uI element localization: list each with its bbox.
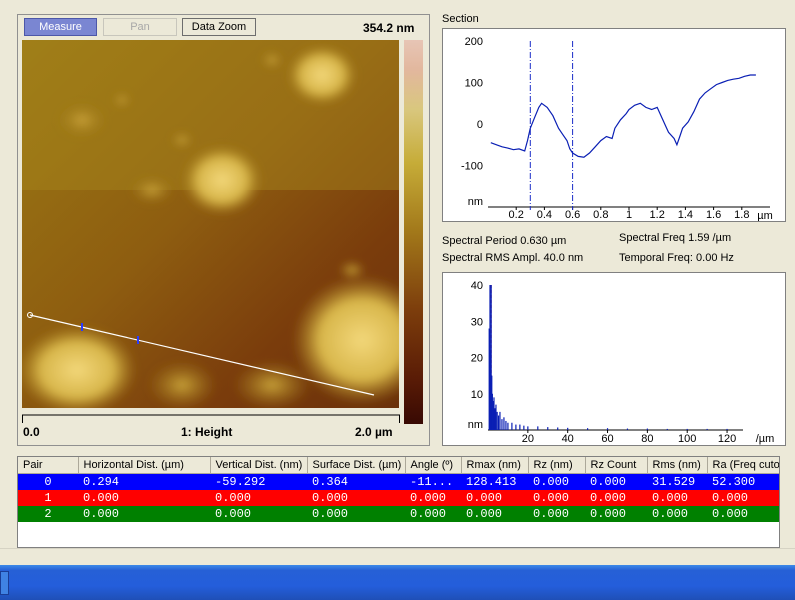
y-tick-label: 40 <box>471 280 483 292</box>
table-cell: 0.000 <box>215 507 252 521</box>
table-cell: 0.000 <box>410 507 447 521</box>
pair-cell: 0 <box>44 475 52 489</box>
table-cell: 31.529 <box>652 475 696 489</box>
table-cell: 0.000 <box>83 491 120 505</box>
column-header[interactable]: Pair <box>18 457 79 474</box>
table-cell: 0.000 <box>652 491 689 505</box>
column-header[interactable]: Rms (nm) <box>647 457 708 474</box>
x-tick-label: 80 <box>641 433 653 445</box>
table-row[interactable]: 1 0.000 0.000 0.000 0.000 0.000 0.000 0.000 0.00… <box>18 490 779 506</box>
z-scale-label: 354.2 nm <box>363 21 415 35</box>
y-tick-label: 0 <box>477 119 483 131</box>
x-start-label: 0.0 <box>23 425 40 439</box>
x-tick-label: 0.4 <box>537 209 552 221</box>
table-cell: -59.292 <box>215 475 266 489</box>
section-title: Section <box>442 13 479 25</box>
table-cell: 0.294 <box>83 475 120 489</box>
column-header[interactable]: Rz (nm) <box>528 457 586 474</box>
spectral-rms-label: Spectral RMS Ampl. 40.0 nm <box>442 252 584 264</box>
table-cell: 0.000 <box>83 507 120 521</box>
column-header[interactable]: Ra (Freq cutoff) (nm) <box>707 457 779 474</box>
x-tick-label: 0.8 <box>593 209 608 221</box>
table-cell: 0.000 <box>215 491 252 505</box>
y-tick-label: 10 <box>471 389 483 401</box>
column-header[interactable]: Vertical Dist. (nm) <box>210 457 308 474</box>
x-tick-label: 1.8 <box>734 209 749 221</box>
table-cell: 52.300 <box>712 475 756 489</box>
x-end-label: 2.0 µm <box>355 425 393 439</box>
y-tick-label: 100 <box>465 78 483 90</box>
table-cell: 0.000 <box>410 491 447 505</box>
x-axis-label: µm <box>757 210 773 221</box>
x-axis-ruler <box>22 414 400 423</box>
y-tick-label: 30 <box>471 316 483 328</box>
y-axis-label: nm <box>468 419 483 431</box>
x-tick-label: 1.2 <box>650 209 665 221</box>
table-cell: 0.000 <box>590 475 627 489</box>
pan-button[interactable]: Pan <box>103 18 177 36</box>
measurement-table: Pair Horizontal Dist. (µm) Vertical Dist. … <box>17 456 780 548</box>
table-cell: 0.364 <box>312 475 349 489</box>
taskbar-start-edge[interactable] <box>0 571 9 595</box>
temporal-freq-label: Temporal Freq: 0.00 Hz <box>619 252 734 264</box>
table-cell: 0.000 <box>590 491 627 505</box>
x-axis-label: /µm <box>756 433 775 445</box>
x-tick-label: 100 <box>678 433 696 445</box>
table-cell: 0.000 <box>466 491 503 505</box>
table-header-row: Pair Horizontal Dist. (µm) Vertical Dist. … <box>18 457 779 474</box>
spectral-period-label: Spectral Period 0.630 µm <box>442 235 567 247</box>
section-profile-chart[interactable]: 200 100 0 -100 nm 0.2 0.4 0.6 0.8 1 1.2 1.4 1.6 1.8 µm <box>443 29 785 221</box>
x-tick-label: 0.6 <box>565 209 580 221</box>
table-cell: 0.000 <box>533 475 570 489</box>
table-cell: 0.000 <box>312 507 349 521</box>
column-header[interactable]: Surface Dist. (µm) <box>307 457 406 474</box>
table-cell: 0.000 <box>712 507 749 521</box>
x-tick-label: 120 <box>718 433 736 445</box>
y-axis-label: nm <box>468 196 483 208</box>
table-cell: 0.000 <box>312 491 349 505</box>
table-row[interactable]: 2 0.000 0.000 0.000 0.000 0.000 0.000 0.000 0.00… <box>18 506 779 522</box>
x-tick-label: 1.6 <box>706 209 721 221</box>
column-header[interactable]: Rz Count <box>585 457 648 474</box>
y-tick-label: 200 <box>465 36 483 48</box>
table-row[interactable]: 0 0.294 -59.292 0.364 -11... 128.413 0.000 0.00… <box>18 473 779 490</box>
x-tick-label: 1 <box>626 209 632 221</box>
channel-label: 1: Height <box>181 425 233 439</box>
x-tick-label: 1.4 <box>678 209 693 221</box>
afm-height-image[interactable] <box>22 40 399 408</box>
x-tick-label: 60 <box>601 433 613 445</box>
table-cell: 0.000 <box>466 507 503 521</box>
table-cell: 0.000 <box>590 507 627 521</box>
windows-taskbar <box>0 565 795 600</box>
table-cell: 128.413 <box>466 475 517 489</box>
y-tick-label: 20 <box>471 353 483 365</box>
status-strip <box>0 548 795 566</box>
table-cell: 0.000 <box>533 491 570 505</box>
table-cell: 0.000 <box>712 491 749 505</box>
table-cell: 0.000 <box>533 507 570 521</box>
data-zoom-button[interactable]: Data Zoom <box>182 18 256 36</box>
y-tick-label: -100 <box>461 161 483 173</box>
x-tick-label: 0.2 <box>509 209 524 221</box>
pair-cell: 1 <box>44 491 52 505</box>
column-header[interactable]: Angle (º) <box>405 457 462 474</box>
spectral-freq-label: Spectral Freq 1.59 /µm <box>619 232 732 244</box>
z-color-scale-bar <box>404 40 423 424</box>
table-cell: -11... <box>410 475 454 489</box>
column-header[interactable]: Rmax (nm) <box>461 457 529 474</box>
pair-cell: 2 <box>44 507 52 521</box>
column-header[interactable]: Horizontal Dist. (µm) <box>78 457 211 474</box>
x-tick-label: 20 <box>522 433 534 445</box>
table-cell: 0.000 <box>652 507 689 521</box>
x-tick-label: 40 <box>562 433 574 445</box>
measure-button[interactable]: Measure <box>24 18 97 36</box>
spectrum-chart[interactable]: 40 30 20 10 nm 20 40 60 80 100 120/µm <box>443 273 785 445</box>
